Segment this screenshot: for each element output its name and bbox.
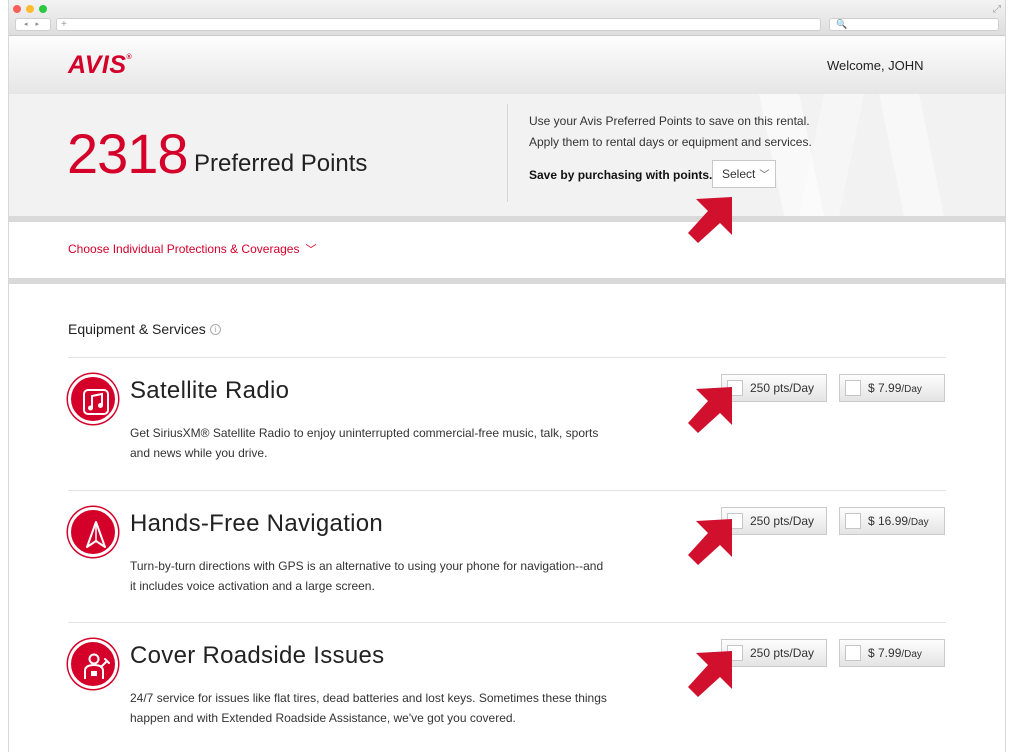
- navigation-arrow-icon: [68, 507, 118, 557]
- fullscreen-icon[interactable]: ⤢: [993, 4, 1001, 15]
- points-price-label: 250 pts/Day: [750, 646, 815, 660]
- close-window-button[interactable]: [13, 5, 21, 13]
- info-icon[interactable]: i: [209, 324, 221, 335]
- description-line: happen and with Extended Roadside Assist…: [130, 711, 516, 725]
- points-label: Preferred Points: [194, 150, 368, 177]
- item-description: Turn-by-turn directions with GPS is an a…: [130, 556, 620, 596]
- item-title: Satellite Radio: [130, 377, 290, 404]
- row-divider: [68, 490, 946, 491]
- points-price-option[interactable]: 250 pts/Day: [721, 639, 827, 667]
- chevron-down-icon: ﹀: [759, 170, 770, 181]
- dollar-price-option[interactable]: $ 7.99/Day: [839, 639, 945, 667]
- annotation-arrow-icon: [688, 387, 732, 433]
- item-title: Hands-Free Navigation: [130, 510, 384, 537]
- avis-watermark-graphic: [759, 94, 944, 216]
- dollar-checkbox[interactable]: [845, 513, 861, 529]
- points-price-option[interactable]: 250 pts/Day: [721, 507, 827, 535]
- section-title-text: Equipment & Services: [68, 321, 206, 337]
- save-with-points-label: Save by purchasing with points.: [529, 168, 713, 182]
- annotation-arrow-icon: [688, 651, 732, 697]
- points-balance: 2318: [67, 122, 189, 185]
- points-price-label: 250 pts/Day: [750, 514, 815, 528]
- description-line: and news while you drive.: [130, 446, 268, 460]
- roadside-assistance-icon: [68, 639, 118, 689]
- site-header: AVIS® Welcome, JOHN: [9, 36, 1005, 94]
- address-bar[interactable]: +: [56, 18, 821, 31]
- dollar-price-option[interactable]: $ 16.99/Day: [839, 507, 945, 535]
- item-title: Cover Roadside Issues: [130, 642, 385, 669]
- equipment-item-navigation: Hands-Free Navigation Turn-by-turn direc…: [9, 507, 1005, 627]
- points-price-option[interactable]: 250 pts/Day: [721, 374, 827, 402]
- description-line: it includes voice activation and a large…: [130, 579, 375, 593]
- equipment-section-title: Equipment & Services i: [68, 321, 221, 337]
- points-banner: 2318 Preferred Points Use your Avis Pref…: [9, 94, 1005, 216]
- section-separator: [9, 278, 1005, 284]
- row-divider: [68, 622, 946, 623]
- browser-titlebar: ◂ ▸ + 🔍 ⤢: [9, 0, 1005, 36]
- points-promo-line2: Apply them to rental days or equipment a…: [529, 135, 812, 149]
- coverage-row: Choose Individual Protections & Coverage…: [9, 222, 1005, 278]
- banner-divider: [507, 104, 508, 202]
- description-line: Turn-by-turn directions with GPS is an a…: [130, 559, 604, 573]
- dollar-checkbox[interactable]: [845, 645, 861, 661]
- browser-search-field[interactable]: 🔍: [829, 18, 999, 31]
- chevron-down-icon: ﹀: [305, 244, 317, 256]
- dollar-price-option[interactable]: $ 7.99/Day: [839, 374, 945, 402]
- music-note-icon: [68, 374, 118, 424]
- annotation-arrow-icon: [688, 519, 732, 565]
- item-description: 24/7 service for issues like flat tires,…: [130, 688, 620, 728]
- row-divider: [68, 357, 946, 358]
- points-promo-line1: Use your Avis Preferred Points to save o…: [529, 114, 810, 128]
- description-line: 24/7 service for issues like flat tires,…: [130, 691, 607, 705]
- browser-window: ◂ ▸ + 🔍 ⤢ AVIS® Welcome, JOHN 2318 Prefe…: [8, 0, 1006, 752]
- item-description: Get SiriusXM® Satellite Radio to enjoy u…: [130, 423, 620, 463]
- dollar-price-label: $ 7.99/Day: [868, 381, 922, 395]
- dollar-checkbox[interactable]: [845, 380, 861, 396]
- back-forward-buttons[interactable]: ◂ ▸: [15, 18, 51, 31]
- points-price-label: 250 pts/Day: [750, 381, 815, 395]
- equipment-item-roadside: Cover Roadside Issues 24/7 service for i…: [9, 639, 1005, 752]
- avis-logo[interactable]: AVIS®: [68, 51, 132, 80]
- protections-coverages-link[interactable]: Choose Individual Protections & Coverage…: [68, 241, 316, 257]
- description-line: Get SiriusXM® Satellite Radio to enjoy u…: [130, 426, 599, 440]
- maximize-window-button[interactable]: [39, 5, 47, 13]
- coverage-link-label: Choose Individual Protections & Coverage…: [68, 242, 300, 256]
- welcome-message[interactable]: Welcome, JOHN: [827, 58, 924, 73]
- points-select-dropdown[interactable]: Select ﹀: [712, 160, 776, 188]
- select-label: Select: [722, 167, 756, 181]
- minimize-window-button[interactable]: [26, 5, 34, 13]
- annotation-arrow-icon: [688, 197, 732, 243]
- dollar-price-label: $ 7.99/Day: [868, 646, 922, 660]
- dollar-price-label: $ 16.99/Day: [868, 514, 929, 528]
- equipment-item-satellite-radio: Satellite Radio Get SiriusXM® Satellite …: [9, 374, 1005, 494]
